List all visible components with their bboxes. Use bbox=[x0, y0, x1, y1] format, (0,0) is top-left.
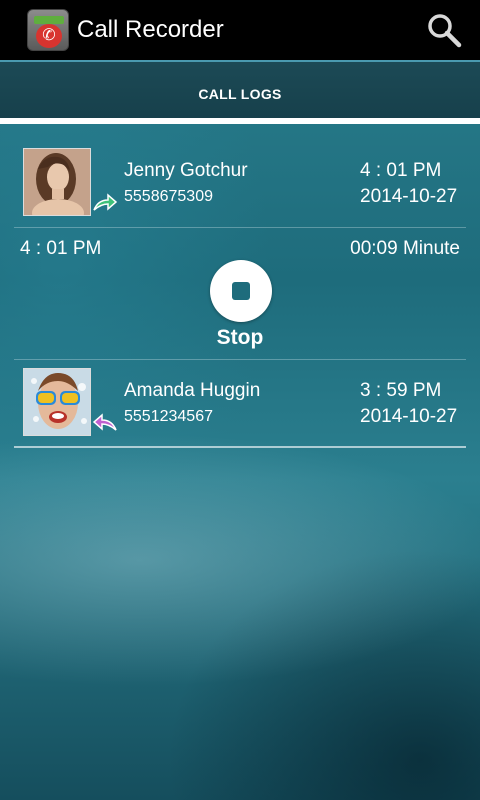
tab-selected-indicator bbox=[0, 118, 480, 124]
incoming-call-arrow-icon bbox=[92, 413, 117, 431]
contact-name: Amanda Huggin bbox=[124, 380, 261, 401]
call-time: 3 : 59 PM bbox=[360, 380, 442, 401]
action-bar: ✆ Call Recorder bbox=[0, 0, 480, 60]
stop-icon bbox=[232, 282, 250, 300]
contact-number: 5558675309 bbox=[124, 188, 213, 205]
contact-photo-amanda bbox=[24, 369, 90, 435]
recording-time: 4 : 01 PM bbox=[20, 238, 102, 259]
contact-number: 5551234567 bbox=[124, 408, 213, 425]
app-icon-display bbox=[34, 16, 64, 24]
contact-photo-jenny bbox=[24, 149, 90, 215]
search-icon[interactable] bbox=[426, 12, 462, 48]
phone-handset-icon: ✆ bbox=[36, 24, 62, 48]
call-log-row[interactable]: Amanda Huggin 5551234567 3 : 59 PM 2014-… bbox=[14, 360, 466, 448]
contact-name: Jenny Gotchur bbox=[124, 160, 248, 181]
recording-player: 4 : 01 PM 00:09 Minute Stop bbox=[14, 228, 466, 360]
contact-avatar bbox=[23, 148, 91, 216]
call-date: 2014-10-27 bbox=[360, 186, 458, 207]
contact-avatar bbox=[23, 368, 91, 436]
app-title: Call Recorder bbox=[77, 16, 224, 43]
stop-button[interactable] bbox=[210, 260, 272, 322]
app-recorder-icon[interactable]: ✆ bbox=[27, 9, 69, 51]
call-date: 2014-10-27 bbox=[360, 406, 458, 427]
call-time: 4 : 01 PM bbox=[360, 160, 442, 181]
tab-strip: CALL LOGS bbox=[0, 62, 480, 124]
tab-call-logs[interactable]: CALL LOGS bbox=[0, 86, 480, 102]
call-log-list: Jenny Gotchur 5558675309 4 : 01 PM 2014-… bbox=[14, 140, 466, 448]
stop-label: Stop bbox=[216, 326, 264, 349]
outgoing-call-arrow-icon bbox=[93, 193, 118, 211]
app-screen: ✆ Call Recorder CALL LOGS Jenny Gotchur … bbox=[0, 0, 480, 800]
call-log-row[interactable]: Jenny Gotchur 5558675309 4 : 01 PM 2014-… bbox=[14, 140, 466, 228]
recording-duration: 00:09 Minute bbox=[350, 238, 460, 259]
